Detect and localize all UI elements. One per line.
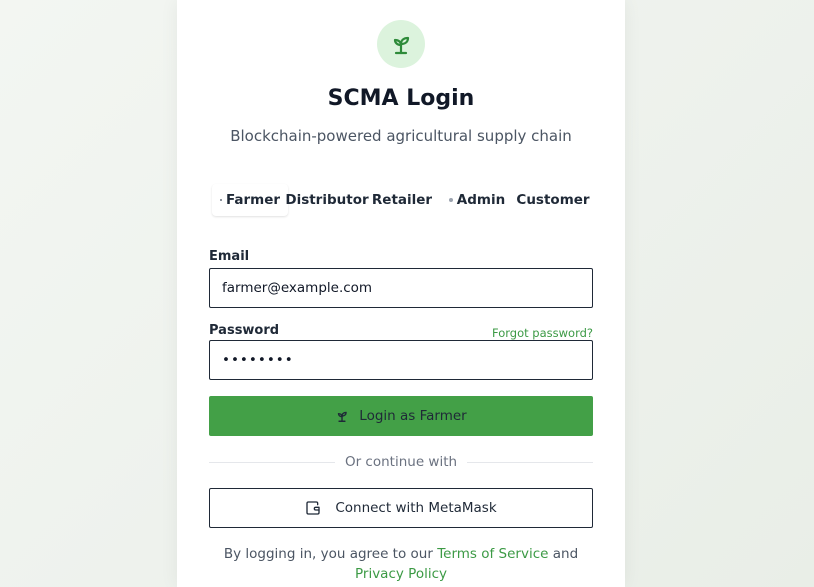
tab-admin[interactable]: Admin — [438, 184, 516, 216]
sprout-icon — [393, 36, 410, 55]
tab-customer[interactable]: Customer — [516, 184, 590, 216]
terms-of-service-link[interactable]: Terms of Service — [437, 546, 548, 562]
privacy-policy-link[interactable]: Privacy Policy — [355, 566, 447, 582]
selected-indicator-icon — [219, 199, 222, 201]
logo-badge — [377, 20, 425, 68]
wallet-icon — [305, 500, 321, 516]
divider: Or continue with — [209, 452, 594, 472]
terms-notice: By logging in, you agree to our Terms of… — [209, 544, 593, 584]
tab-farmer[interactable]: Farmer — [212, 184, 288, 216]
password-label: Password — [209, 323, 280, 338]
password-value: •••••••• — [222, 352, 294, 368]
page-title: SCMA Login — [327, 86, 475, 111]
metamask-button-label: Connect with MetaMask — [335, 500, 497, 516]
login-button-label: Login as Farmer — [359, 408, 467, 424]
forgot-password-link[interactable]: Forgot password? — [492, 326, 593, 340]
tab-label: Farmer — [225, 192, 281, 208]
tab-distributor[interactable]: Distributor — [285, 184, 369, 216]
divider-text: Or continue with — [344, 454, 458, 470]
role-tabs: Farmer Distributor Retailer Admin Custom… — [212, 184, 590, 216]
divider-line — [467, 461, 594, 463]
email-label: Email — [209, 249, 250, 264]
admin-indicator-icon — [448, 198, 453, 202]
tab-label: Retailer — [371, 192, 433, 208]
terms-prefix: By logging in, you agree to our — [223, 546, 433, 562]
divider-line — [209, 461, 335, 463]
email-value: farmer@example.com — [222, 280, 373, 296]
tab-label: Distributor — [285, 192, 369, 208]
page-subtitle: Blockchain-powered agricultural supply c… — [230, 127, 572, 145]
tab-retailer[interactable]: Retailer — [366, 184, 438, 216]
tab-label: Customer — [516, 192, 590, 208]
login-button[interactable]: Login as Farmer — [209, 396, 593, 436]
email-field[interactable]: farmer@example.com — [209, 268, 593, 308]
tab-label: Admin — [456, 192, 506, 208]
metamask-button[interactable]: Connect with MetaMask — [209, 488, 593, 528]
terms-and: and — [552, 546, 579, 562]
sprout-icon — [335, 409, 349, 423]
password-field[interactable]: •••••••• — [209, 340, 593, 380]
login-card: SCMA Login Blockchain-powered agricultur… — [177, 0, 625, 587]
